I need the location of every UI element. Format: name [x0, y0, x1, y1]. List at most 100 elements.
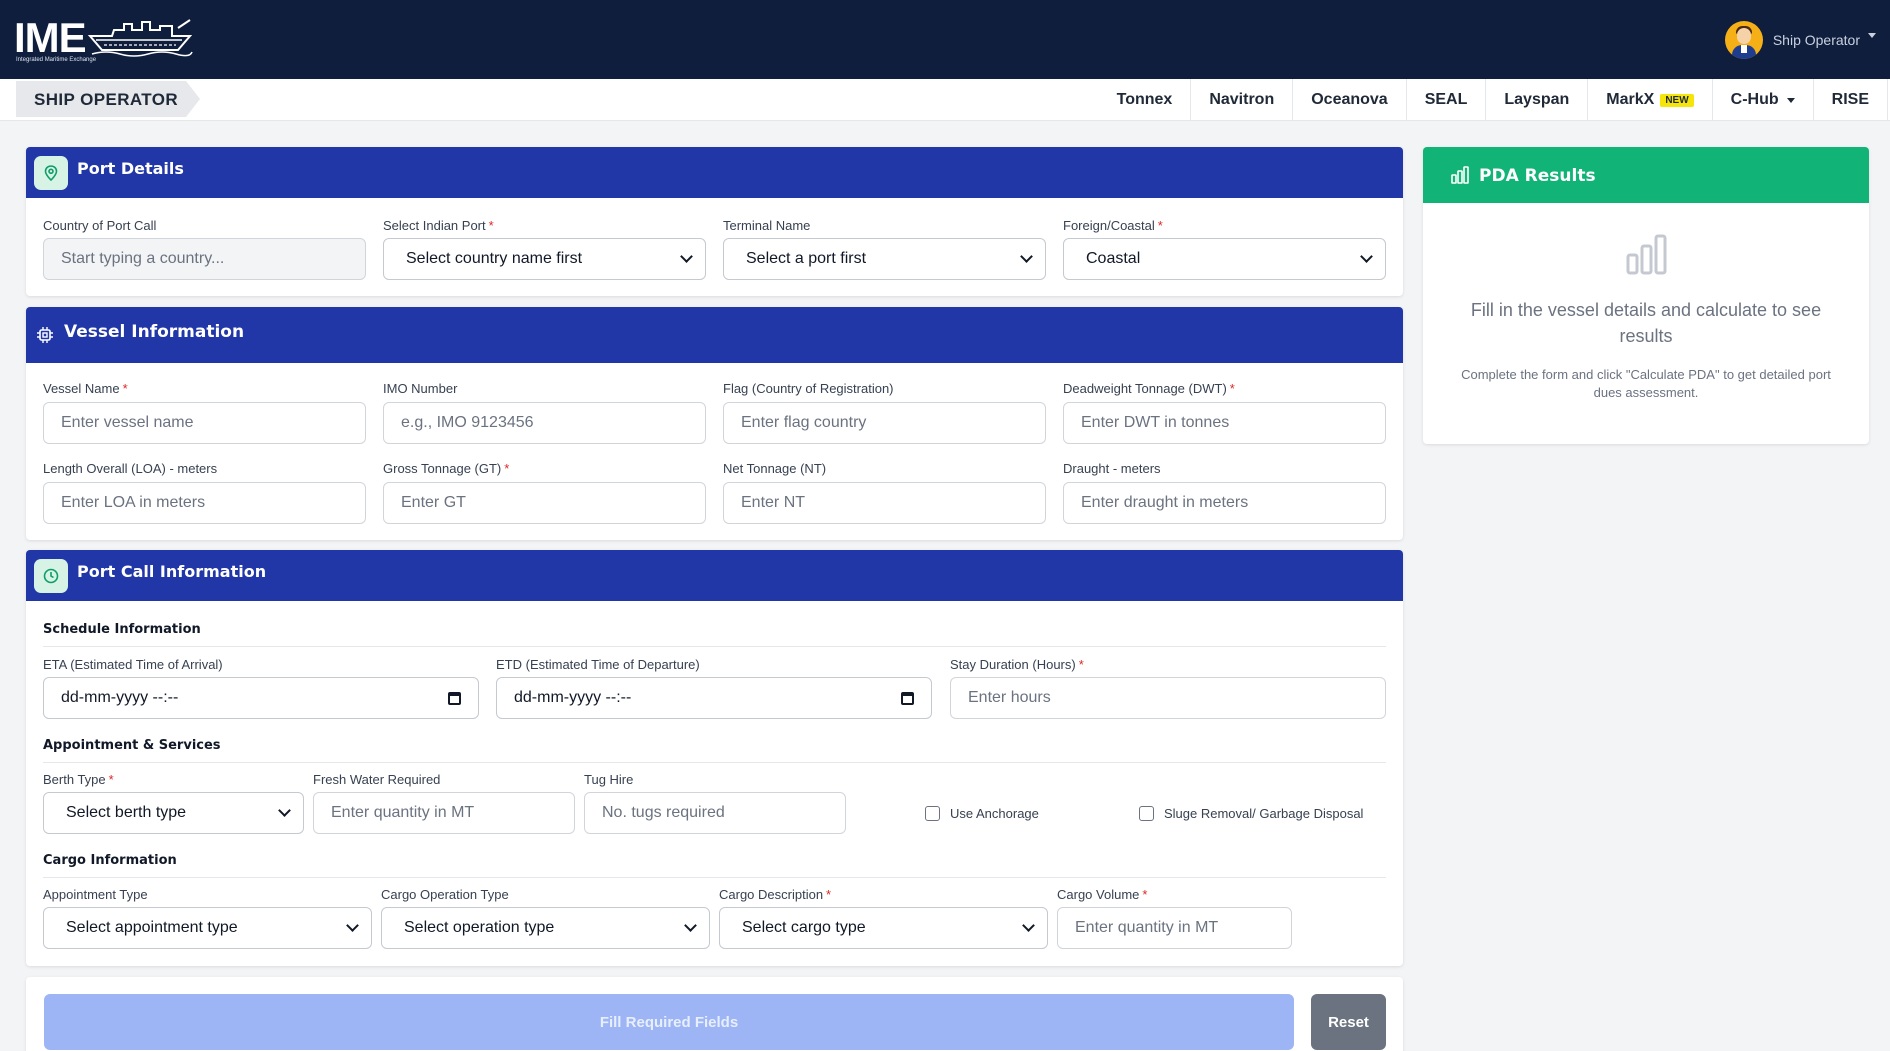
nav-item-navitron[interactable]: Navitron [1191, 79, 1294, 121]
country-label: Country of Port Call [43, 218, 157, 233]
pda-empty-message: Fill in the vessel details and calculate… [1470, 300, 1822, 346]
logo-subtitle: Integrated Maritime Exchange [16, 57, 97, 63]
nav-item-oceanova[interactable]: Oceanova [1293, 79, 1407, 121]
caret-down-icon [1786, 97, 1795, 103]
foreign-coastal-label: Foreign/Coastal * [1063, 218, 1163, 233]
tug-hire-input[interactable] [584, 792, 846, 834]
submit-button[interactable]: Fill Required Fields [44, 994, 1294, 1050]
nav-item-tonnex[interactable]: Tonnex [1099, 79, 1192, 121]
anchorage-label[interactable]: Use Anchorage [950, 806, 1039, 821]
flag-input[interactable] [723, 402, 1046, 444]
loa-label: Length Overall (LOA) - meters [43, 461, 218, 476]
ship-icon [87, 19, 193, 57]
anchorage-checkbox-group[interactable]: Use Anchorage [925, 806, 1039, 821]
draught-input[interactable] [1063, 482, 1386, 524]
berth-type-label: Berth Type * [43, 772, 114, 787]
terminal-select[interactable]: Select a port first [723, 238, 1046, 280]
bar-chart-icon [1626, 234, 1667, 275]
country-input[interactable] [43, 238, 366, 280]
berth-type-select[interactable]: Select berth type [43, 792, 304, 834]
foreign-coastal-select[interactable]: Coastal [1063, 238, 1386, 280]
vessel-info-header: Vessel Information [26, 307, 1403, 363]
calendar-icon[interactable] [448, 691, 461, 705]
chevron-down-icon [278, 804, 291, 817]
services-title: Appointment & Services [43, 738, 221, 753]
chevron-down-icon [1022, 919, 1035, 932]
stay-duration-input[interactable] [950, 677, 1386, 719]
indian-port-label: Select Indian Port * [383, 218, 494, 233]
eta-datetime-input[interactable]: dd-mm-yyyy --:-- [43, 677, 479, 719]
tug-hire-label: Tug Hire [584, 772, 634, 787]
stay-duration-label: Stay Duration (Hours) * [950, 657, 1084, 672]
port-call-card: Port Call Information Schedule Informati… [26, 550, 1403, 966]
cargo-title: Cargo Information [43, 853, 177, 868]
caret-down-icon[interactable] [1868, 32, 1876, 38]
anchorage-checkbox[interactable] [925, 806, 940, 821]
divider [43, 762, 1386, 763]
gt-input[interactable] [383, 482, 706, 524]
imo-input[interactable] [383, 402, 706, 444]
indian-port-select[interactable]: Select country name first [383, 238, 706, 280]
fresh-water-input[interactable] [313, 792, 575, 834]
pda-results-title: PDA Results [1479, 166, 1596, 186]
sludge-label[interactable]: Sluge Removal/ Garbage Disposal [1164, 806, 1363, 821]
nt-input[interactable] [723, 482, 1046, 524]
dwt-input[interactable] [1063, 402, 1386, 444]
operation-type-select[interactable]: Select operation type [381, 907, 710, 949]
nav-item-layspan[interactable]: Layspan [1486, 79, 1589, 121]
appointment-type-label: Appointment Type [43, 887, 148, 902]
location-pin-icon [34, 156, 68, 190]
sludge-checkbox-group[interactable]: Sluge Removal/ Garbage Disposal [1139, 806, 1363, 821]
nt-label: Net Tonnage (NT) [723, 461, 827, 476]
avatar[interactable] [1724, 21, 1763, 59]
reset-button[interactable]: Reset [1311, 994, 1386, 1050]
terminal-label: Terminal Name [723, 218, 811, 233]
module-nav: SHIP OPERATOR Tonnex Navitron Oceanova S… [0, 79, 1890, 121]
draught-label: Draught - meters [1063, 461, 1161, 476]
logo-text: IME [14, 14, 87, 61]
cargo-description-select[interactable]: Select cargo type [719, 907, 1048, 949]
appointment-type-select[interactable]: Select appointment type [43, 907, 372, 949]
loa-input[interactable] [43, 482, 366, 524]
vessel-name-input[interactable] [43, 402, 366, 444]
pda-results-card: PDA Results Fill in the vessel details a… [1423, 147, 1869, 444]
new-badge: NEW [1660, 93, 1694, 107]
clock-icon [34, 559, 68, 593]
nav-item-markx[interactable]: MarkX NEW [1588, 79, 1713, 121]
port-details-title: Port Details [77, 159, 184, 178]
gt-label: Gross Tonnage (GT) * [383, 461, 510, 476]
chip-icon [37, 327, 53, 343]
top-bar: IME Integrated Maritime Exchange Ship Op… [0, 0, 1890, 79]
role-label: SHIP OPERATOR [34, 90, 179, 109]
etd-datetime-input[interactable]: dd-mm-yyyy --:-- [496, 677, 932, 719]
role-tab: SHIP OPERATOR [16, 81, 202, 117]
pda-results-header: PDA Results [1423, 147, 1869, 203]
nav-item-seal[interactable]: SEAL [1407, 79, 1487, 121]
port-details-header: Port Details [26, 147, 1403, 198]
cargo-description-label: Cargo Description * [719, 887, 832, 902]
etd-label: ETD (Estimated Time of Departure) [496, 657, 700, 672]
ime-logo[interactable]: IME Integrated Maritime Exchange [14, 14, 193, 63]
divider [43, 646, 1386, 647]
port-details-card: Port Details Country of Port Call Select… [26, 147, 1403, 296]
flag-label: Flag (Country of Registration) [723, 381, 894, 396]
chevron-down-icon [680, 250, 693, 263]
vessel-info-title: Vessel Information [64, 322, 245, 342]
schedule-title: Schedule Information [43, 622, 201, 637]
calendar-icon[interactable] [901, 691, 914, 705]
imo-label: IMO Number [383, 381, 458, 396]
cargo-volume-input[interactable] [1057, 907, 1292, 949]
bar-chart-icon [1451, 166, 1469, 184]
nav-item-rise[interactable]: RISE [1814, 79, 1888, 121]
port-call-header: Port Call Information [26, 550, 1403, 601]
nav-item-c-hub[interactable]: C-Hub [1713, 79, 1814, 121]
operation-type-label: Cargo Operation Type [381, 887, 509, 902]
chevron-down-icon [346, 919, 359, 932]
user-menu[interactable]: Ship Operator [1724, 21, 1876, 59]
sludge-checkbox[interactable] [1139, 806, 1154, 821]
user-name[interactable]: Ship Operator [1773, 32, 1860, 48]
vessel-info-card: Vessel Information Vessel Name* IMO Numb… [26, 307, 1403, 540]
divider [43, 877, 1386, 878]
eta-label: ETA (Estimated Time of Arrival) [43, 657, 223, 672]
vessel-name-label: Vessel Name * [43, 381, 128, 396]
